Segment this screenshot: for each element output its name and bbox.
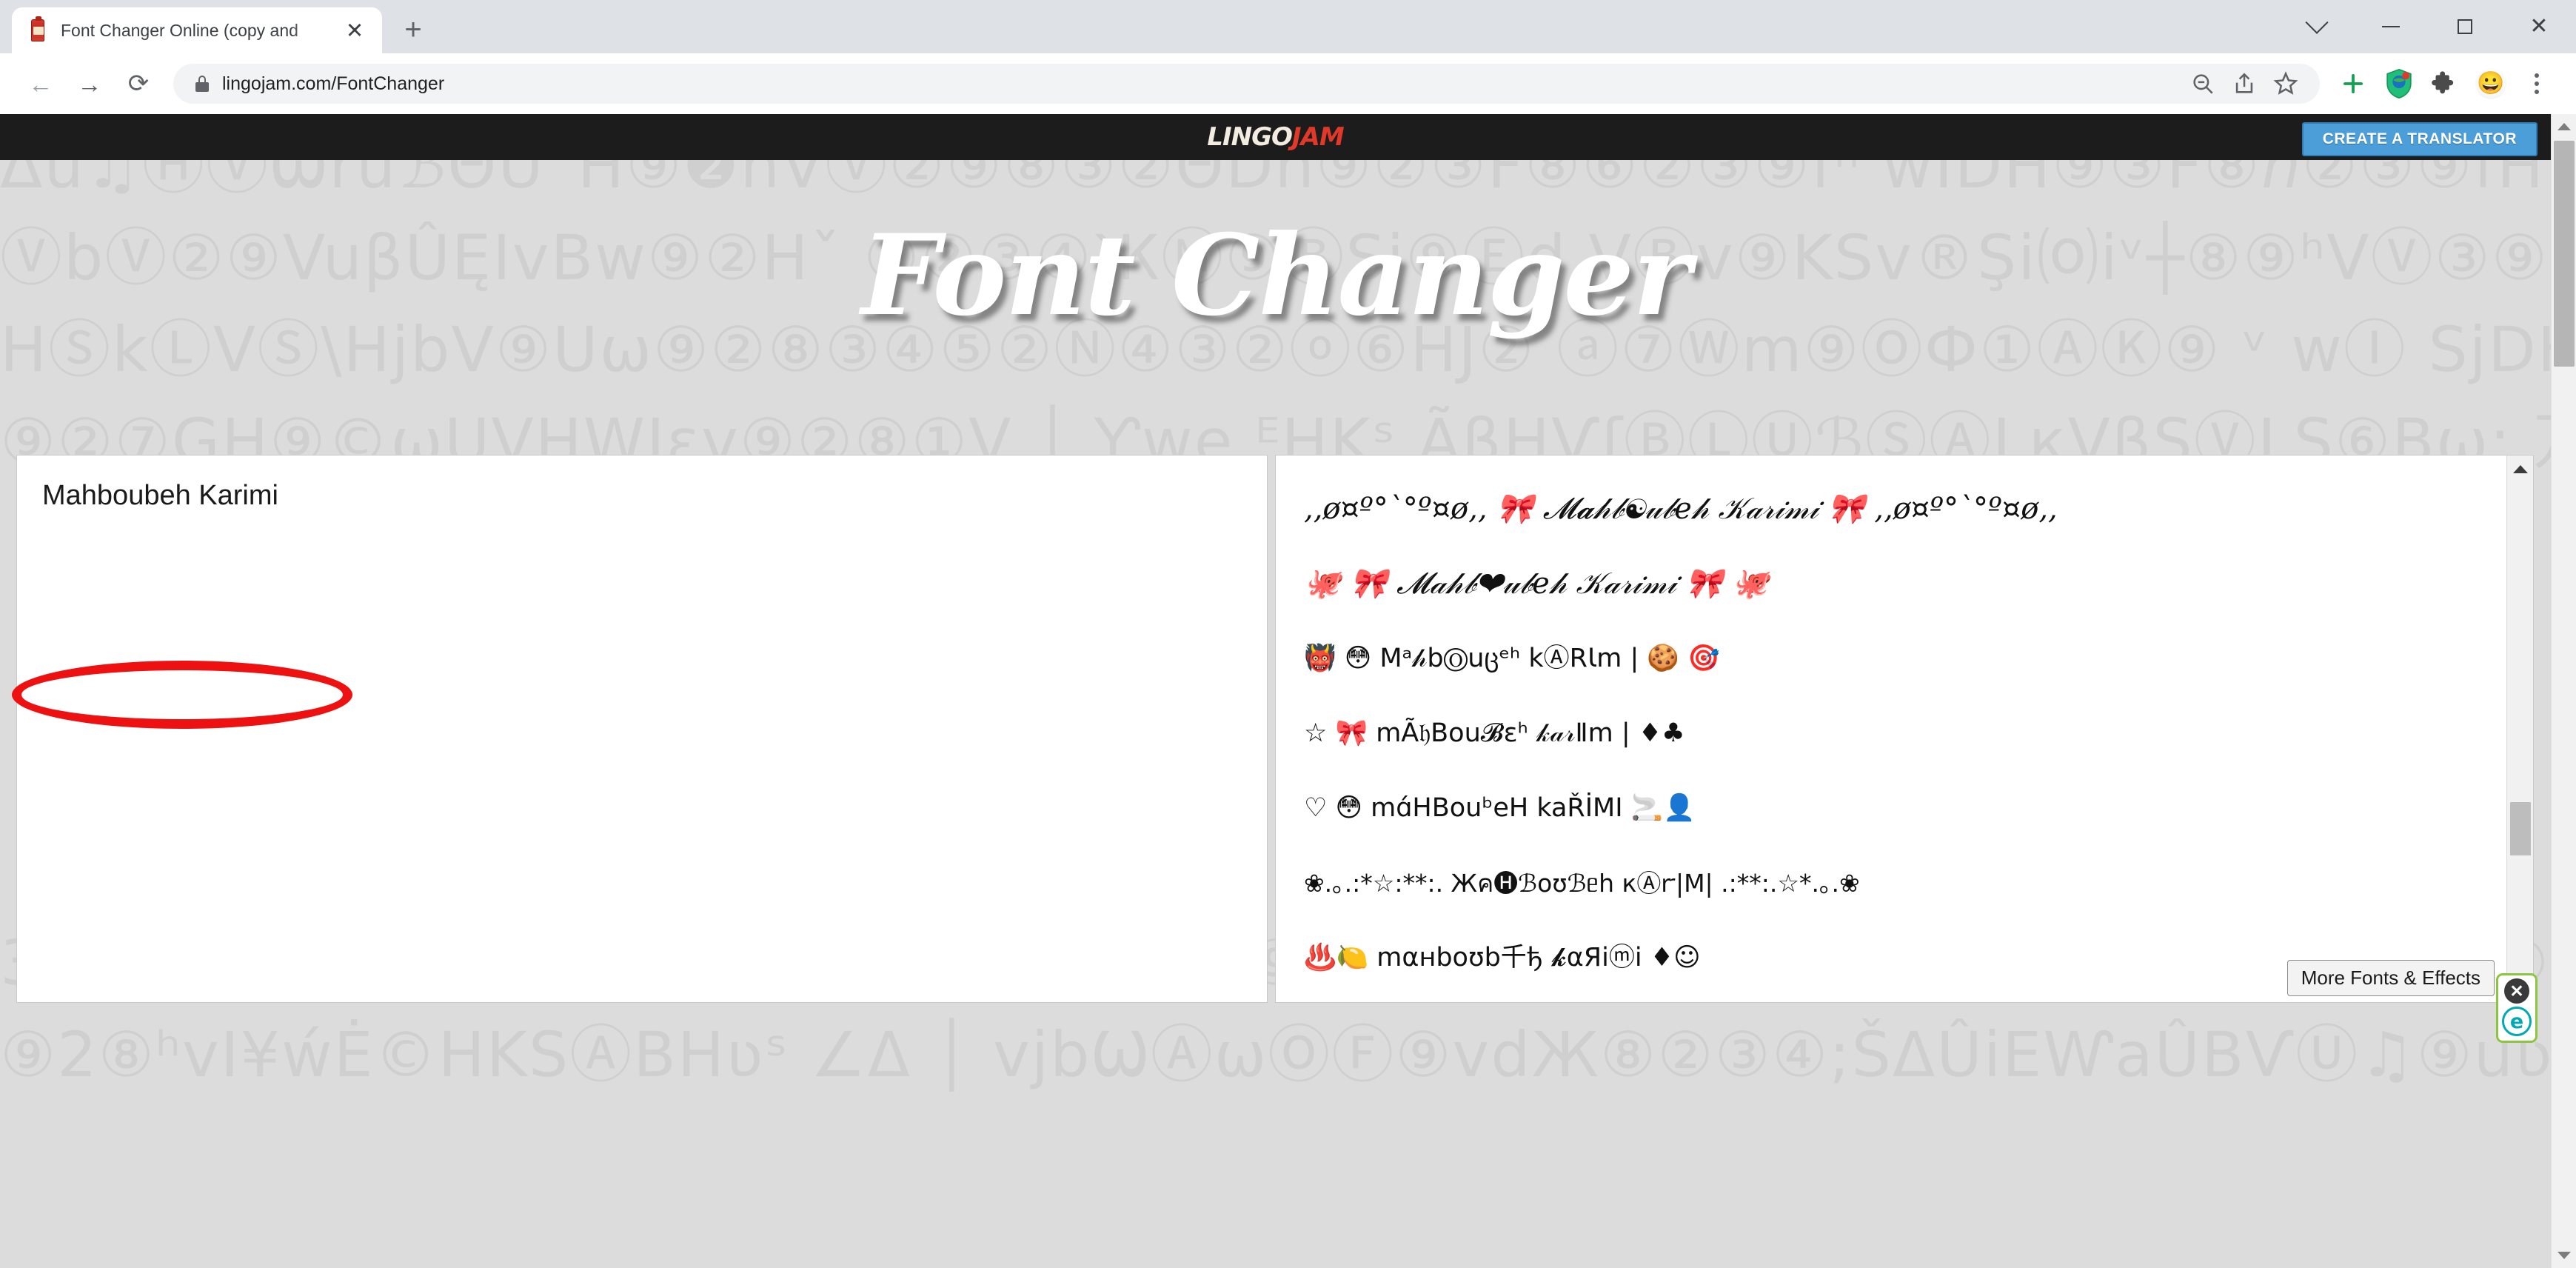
output-line[interactable]: ♡ 😳 mɑ́HBouᵇeH kaŘİMI 🚬👤 <box>1304 771 2472 846</box>
toolbar-extensions: 😀 <box>2330 61 2560 107</box>
scroll-up-arrow-icon[interactable] <box>2507 456 2533 482</box>
page-scroll-down-arrow-icon[interactable] <box>2552 1243 2576 1268</box>
lingojam-logo[interactable]: LINGOJAM <box>1207 122 1345 152</box>
logo-part-lingo: LINGO <box>1207 122 1293 152</box>
output-line[interactable]: ☆ 🎀 mÃ𝔥Bou𝓑ɛʰ 𝓀𝒶𝓇Ⅱm | ♦♣ <box>1304 696 2472 771</box>
translator-panels: Mahboubeh Karimi ,,ø¤º°`°º¤ø,, 🎀 𝓜𝓪𝒽𝒷☯𝓊𝒷… <box>0 455 2551 1007</box>
site-secure-lock-icon <box>195 76 209 92</box>
url-text: lingojam.com/FontChanger <box>222 73 445 94</box>
omnibox-actions <box>2182 64 2306 104</box>
tab-search-chevron-icon[interactable] <box>2280 0 2354 53</box>
reload-icon[interactable]: ⟳ <box>114 59 163 108</box>
page-scrollbar-thumb[interactable] <box>2554 141 2575 367</box>
output-line[interactable]: ,,ø¤º°`°º¤ø,, 🎀 𝓜𝓪𝒽𝒷☯𝓊𝒷𝑒𝒽 𝒦𝒶𝓇𝒾𝓂𝒾 🎀 ,,ø¤º… <box>1304 472 2472 547</box>
scrollbar-thumb[interactable] <box>2510 802 2531 855</box>
minimize-icon[interactable] <box>2354 0 2428 53</box>
add-icon[interactable] <box>2330 61 2376 107</box>
output-line[interactable]: 👹 😳 Mᵃ𝒽bⓄuცᵉʰ kⒶRƖm | 🍪 🎯 <box>1304 621 2472 696</box>
profile-emoji-avatar[interactable]: 😀 <box>2468 61 2514 107</box>
new-tab-button[interactable]: + <box>391 7 435 52</box>
bottle-favicon <box>25 16 50 43</box>
back-icon[interactable]: ← <box>16 59 65 108</box>
site-header: LINGOJAM CREATE A TRANSLATOR <box>0 114 2551 160</box>
bg-row: ⑨2⑧ʰvI¥ẃĖ©HKSⒶBHʋˢ ∠Δ │ vjbѠⒶωⓄⒻ⑨vdЖ⑧②③④… <box>0 1018 2576 1091</box>
tab-strip: Font Changer Online (copy and ✕ + ✕ <box>0 0 2576 53</box>
output-line[interactable]: ❀.｡.:*☆:**:. Жค🅗ℬoʊℬᥱh кⒶꭈ|M| .:**:.☆*.｡… <box>1304 846 2472 921</box>
forward-icon[interactable]: → <box>65 59 114 108</box>
output-line[interactable]: 🐙 🎀 𝓜𝒶𝒽𝒷❤𝓊𝒷𝑒𝒽 𝒦𝒶𝓇𝒾𝓂𝒾 🎀 🐙 <box>1304 547 2472 621</box>
page-scrollbar[interactable] <box>2551 114 2576 1268</box>
floating-widget[interactable]: ✕ e <box>2496 973 2537 1043</box>
address-bar[interactable]: lingojam.com/FontChanger <box>173 64 2320 104</box>
page-viewport: Δu♫ⒽⓋѠruℬΘÜˇH⑨❷hVⓋ②⑨⑧③②ΘDh⑨②③F⑧⑥②③⑨fʰ wI… <box>0 114 2576 1268</box>
window-controls: ✕ <box>2280 0 2576 53</box>
output-lines-container: ,,ø¤º°`°º¤ø,, 🎀 𝓜𝓪𝒽𝒷☯𝓊𝒷𝑒𝒽 𝒦𝒶𝓇𝒾𝓂𝒾 🎀 ,,ø¤º… <box>1276 456 2498 1002</box>
browser-window: Font Changer Online (copy and ✕ + ✕ ← → … <box>0 0 2576 1268</box>
output-panel[interactable]: ,,ø¤º°`°º¤ø,, 🎀 𝓜𝓪𝒽𝒷☯𝓊𝒷𝑒𝒽 𝒦𝒶𝓇𝒾𝓂𝒾 🎀 ,,ø¤º… <box>1275 455 2534 1003</box>
shield-extension-icon[interactable] <box>2376 61 2422 107</box>
bookmark-star-icon[interactable] <box>2265 63 2306 104</box>
page-title: Font Changer <box>861 210 1691 341</box>
browser-toolbar: ← → ⟳ lingojam.com/FontChanger 😀 <box>0 53 2576 114</box>
close-tab-icon[interactable]: ✕ <box>341 16 369 44</box>
tab-title: Font Changer Online (copy and <box>61 20 298 40</box>
create-a-translator-button[interactable]: CREATE A TRANSLATOR <box>2301 122 2537 156</box>
output-scrollbar[interactable] <box>2506 456 2533 1002</box>
input-textarea[interactable]: Mahboubeh Karimi <box>16 455 1268 1003</box>
zoom-out-icon[interactable] <box>2182 63 2224 104</box>
logo-part-jam: JAM <box>1291 122 1345 152</box>
avatar: 😀 <box>2475 68 2506 99</box>
close-icon[interactable]: ✕ <box>2504 978 2529 1004</box>
edge-e-icon[interactable]: e <box>2502 1007 2532 1036</box>
more-fonts-and-effects-button[interactable]: More Fonts & Effects <box>2286 960 2495 996</box>
extensions-puzzle-icon[interactable] <box>2422 61 2468 107</box>
share-icon[interactable] <box>2224 63 2265 104</box>
maximize-icon[interactable] <box>2428 0 2502 53</box>
chrome-menu-kebab[interactable] <box>2514 61 2560 107</box>
browser-tab[interactable]: Font Changer Online (copy and ✕ <box>12 7 382 53</box>
page-scroll-up-arrow-icon[interactable] <box>2552 114 2576 139</box>
close-window-icon[interactable]: ✕ <box>2502 0 2576 53</box>
